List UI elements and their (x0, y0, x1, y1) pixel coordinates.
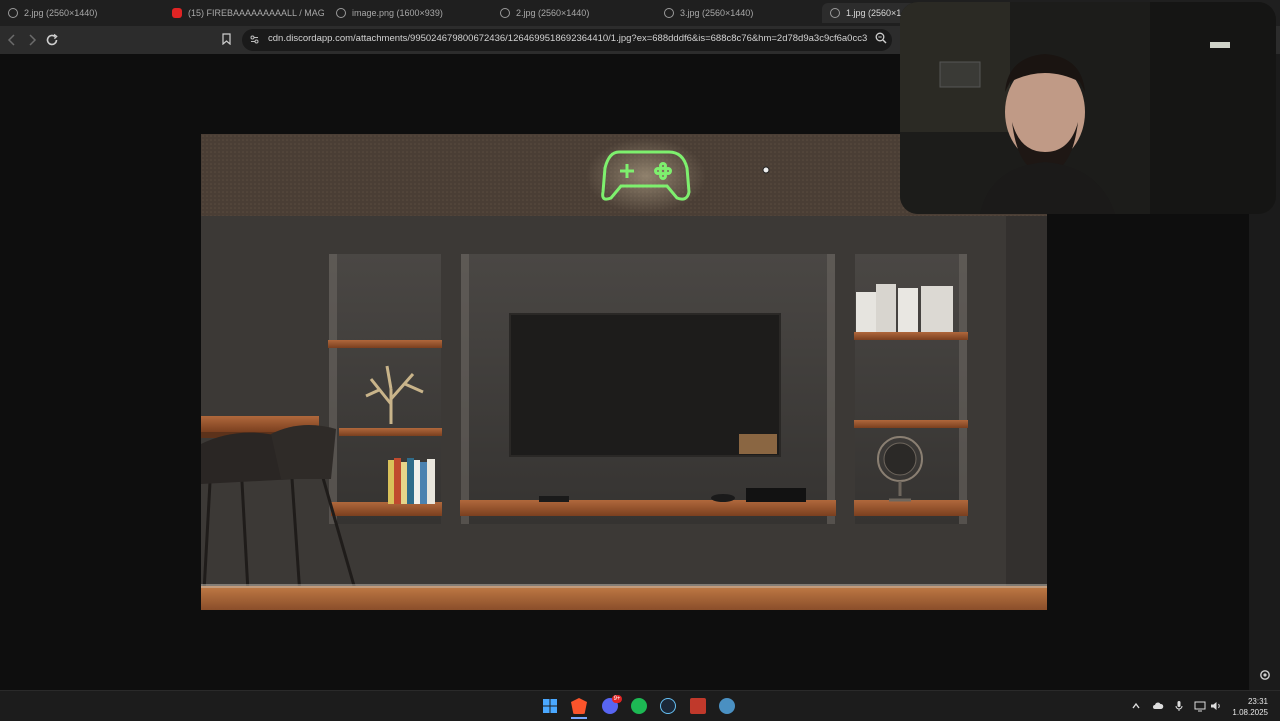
globe-icon (830, 8, 840, 18)
youtube-icon (172, 8, 182, 18)
brave-icon[interactable] (571, 698, 587, 714)
globe-icon (500, 8, 510, 18)
windows-taskbar: 9+ 23:31 1.08.2025 (0, 690, 1280, 721)
reload-icon (46, 33, 58, 46)
app-icon[interactable] (690, 698, 706, 714)
chevron-left-icon (7, 34, 15, 46)
reload-button[interactable] (44, 32, 60, 48)
webcam-overlay (900, 2, 1276, 214)
address-bar[interactable]: cdn.discordapp.com/attachments/995024679… (242, 29, 892, 51)
tab-2[interactable]: (15) FIREBAAAAAAAAALL / MAGE AR (164, 3, 324, 23)
windows-start-icon[interactable] (542, 698, 558, 714)
globe-icon (664, 8, 674, 18)
tab-4[interactable]: 2.jpg (2560×1440) (492, 3, 652, 23)
tab-5[interactable]: 3.jpg (2560×1440) (656, 3, 816, 23)
tab-label: 3.jpg (2560×1440) (680, 8, 754, 18)
cursor-icon (762, 166, 770, 174)
clock-date: 1.08.2025 (1232, 708, 1268, 717)
clock-time: 23:31 (1247, 697, 1268, 706)
globe-icon (336, 8, 346, 18)
network-tool-icon[interactable] (719, 698, 735, 714)
tab-1[interactable]: 2.jpg (2560×1440) (0, 3, 160, 23)
tab-label: 2.jpg (2560×1440) (24, 8, 98, 18)
forward-button[interactable] (24, 32, 40, 48)
active-app-indicator (571, 717, 587, 719)
cloud-icon[interactable] (1152, 700, 1164, 712)
chevron-right-icon (29, 34, 37, 46)
tab-3[interactable]: image.png (1600×939) (328, 3, 488, 23)
tab-label: (15) FIREBAAAAAAAAALL / MAGE AR (188, 8, 324, 18)
site-info-icon[interactable] (250, 35, 259, 44)
tab-label: image.png (1600×939) (352, 8, 443, 18)
microphone-icon[interactable] (1173, 700, 1185, 712)
tab-label: 2.jpg (2560×1440) (516, 8, 590, 18)
volume-icon[interactable] (1210, 700, 1222, 712)
chevron-up-icon[interactable] (1130, 700, 1142, 712)
url-text: cdn.discordapp.com/attachments/995024679… (268, 33, 868, 44)
system-clock[interactable]: 23:31 1.08.2025 (1232, 696, 1268, 718)
bookmark-icon[interactable] (222, 33, 231, 45)
gear-icon[interactable] (1258, 668, 1272, 682)
steam-icon[interactable] (660, 698, 676, 714)
webcam-person-illustration (900, 2, 1276, 214)
zoom-icon[interactable] (875, 32, 887, 44)
display-icon[interactable] (1194, 700, 1206, 712)
notification-badge: 9+ (612, 695, 622, 703)
spotify-icon[interactable] (631, 698, 647, 714)
back-button[interactable] (4, 32, 20, 48)
globe-icon (8, 8, 18, 18)
